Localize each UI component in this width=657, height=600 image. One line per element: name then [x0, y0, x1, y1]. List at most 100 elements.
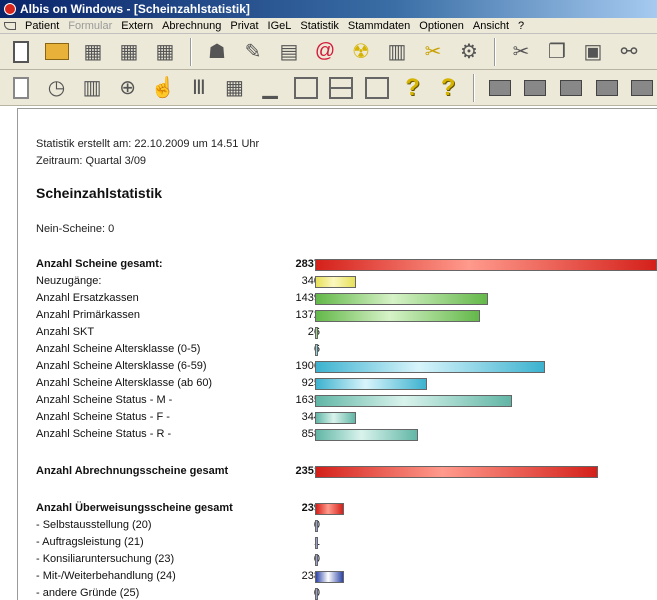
table-row: Anzahl Scheine Status - M -1635	[36, 392, 657, 409]
new-document-icon[interactable]	[6, 37, 36, 67]
value-bar	[315, 466, 598, 478]
copy-icon[interactable]: ❐	[542, 37, 572, 67]
menu-stammdaten[interactable]: Stammdaten	[348, 20, 410, 32]
table-row: Anzahl SKT 26	[36, 324, 657, 341]
row-label: Anzahl Überweisungsscheine gesamt	[36, 502, 233, 514]
row-value: 26	[307, 326, 320, 338]
value-bar	[315, 361, 545, 373]
library-icon[interactable]: ▥	[77, 73, 107, 103]
row-label: Anzahl Scheine Status - F -	[36, 411, 170, 423]
report-heading: Scheinzahlstatistik	[36, 185, 163, 201]
value-bar	[315, 412, 356, 424]
main-toolbar: ▦ ▦ ▦ ☗ ✎ ▤ @ ☢ ▥ ✂ ⚙ ✂ ❐ ▣ ⚯	[0, 34, 657, 70]
table-row: Anzahl Ersatzkassen 1439	[36, 290, 657, 307]
patient-query-icon[interactable]: ▦	[114, 37, 144, 67]
menu-patient[interactable]: Patient	[25, 20, 59, 32]
table-row: - Auftragsleistung (21)1	[36, 534, 657, 551]
window-empty-icon[interactable]	[362, 73, 392, 103]
statistics-report: Statistik erstellt am: 22.10.2009 um 14.…	[17, 108, 657, 600]
row-label: Anzahl Primärkassen	[36, 309, 140, 321]
value-bar	[315, 259, 657, 271]
toolbar-separator	[190, 37, 192, 66]
table-row: Anzahl Abrechnungsscheine gesamt 2351	[36, 463, 657, 480]
row-label: Anzahl Scheine Altersklasse (6-59)	[36, 360, 207, 372]
stethoscope-icon[interactable]: ✎	[238, 37, 268, 67]
table-row: Anzahl Scheine gesamt: 2837	[36, 256, 657, 273]
menu-privat[interactable]: Privat	[230, 20, 258, 32]
calendar-icon[interactable]: ▦	[220, 73, 250, 103]
table-row: Anzahl Scheine Altersklasse (ab 60) 925	[36, 375, 657, 392]
medication-icon[interactable]: ⊕	[113, 73, 143, 103]
row-label: Anzahl Scheine Status - R -	[36, 428, 172, 440]
menu-igel[interactable]: IGeL	[268, 20, 292, 32]
nein-scheine-count: Nein-Scheine: 0	[36, 223, 115, 235]
table-row: Anzahl Scheine Altersklasse (0-5)6	[36, 341, 657, 358]
layout-4-icon[interactable]	[592, 73, 622, 103]
radiation-icon[interactable]: ☢	[346, 37, 376, 67]
window-single-icon[interactable]	[291, 73, 321, 103]
menu-abrechnung[interactable]: Abrechnung	[162, 20, 221, 32]
document-icon[interactable]	[6, 73, 36, 103]
menu-statistik[interactable]: Statistik	[300, 20, 339, 32]
report-period: Zeitraum: Quartal 3/09	[36, 155, 147, 167]
layout-2-icon[interactable]	[521, 73, 551, 103]
menu-extern[interactable]: Extern	[121, 20, 153, 32]
value-bar	[315, 310, 480, 322]
report-created: Statistik erstellt am: 22.10.2009 um 14.…	[36, 138, 260, 150]
toolbar-separator	[472, 73, 475, 102]
value-bar	[315, 520, 318, 532]
row-label: - Selbstausstellung (20)	[36, 519, 152, 531]
row-label: - Konsiliaruntersuchung (23)	[36, 553, 175, 565]
row-label: Anzahl Scheine Altersklasse (0-5)	[36, 343, 201, 355]
secondary-toolbar: ◷ ▥ ⊕ ☝ Ⅲ ▦ ▁ ? ?	[0, 70, 657, 106]
row-label: Anzahl Scheine gesamt:	[36, 258, 163, 270]
row-label: - Auftragsleistung (21)	[36, 536, 144, 548]
thumbs-up-icon[interactable]: ☝	[148, 73, 178, 103]
binoculars-icon[interactable]: ⚯	[614, 37, 644, 67]
row-label: Anzahl SKT	[36, 326, 95, 338]
row-label: - andere Gründe (25)	[36, 587, 140, 599]
app-icon	[4, 3, 16, 15]
cut-icon[interactable]: ✂	[506, 37, 536, 67]
back-arrow-icon[interactable]	[4, 21, 16, 30]
menu-optionen[interactable]: Optionen	[419, 20, 464, 32]
help-icon[interactable]: ?	[398, 73, 428, 103]
layout-1-icon[interactable]	[485, 73, 515, 103]
clock-icon[interactable]: ◷	[42, 73, 72, 103]
network-icon[interactable]: ⚙	[454, 37, 484, 67]
tools-icon[interactable]: ✂	[418, 37, 448, 67]
layout-5-icon[interactable]	[627, 73, 657, 103]
value-bar	[315, 276, 356, 288]
layout-3-icon[interactable]	[556, 73, 586, 103]
value-bar	[315, 429, 418, 441]
row-label: Neuzugänge:	[36, 275, 102, 287]
table-row: - Selbstausstellung (20)0	[36, 517, 657, 534]
value-bar	[315, 503, 344, 515]
columns-icon[interactable]: Ⅲ	[184, 73, 214, 103]
table-row: - Konsiliaruntersuchung (23)0	[36, 551, 657, 568]
table-row: - andere Gründe (25)0	[36, 585, 657, 600]
row-label: - Mit-/Weiterbehandlung (24)	[36, 570, 176, 582]
chart-icon[interactable]: ▁	[255, 73, 285, 103]
value-bar	[315, 588, 318, 600]
row-label: Anzahl Abrechnungsscheine gesamt	[36, 465, 229, 477]
open-folder-icon[interactable]	[42, 37, 72, 67]
patient-search-icon[interactable]: ▦	[78, 37, 108, 67]
patient-query-2-icon[interactable]: ▦	[150, 37, 180, 67]
person-icon[interactable]: ☗	[202, 37, 232, 67]
table-row: Anzahl Scheine Status - R -858	[36, 426, 657, 443]
form-edit-icon[interactable]: ▤	[274, 37, 304, 67]
table-row: Anzahl Überweisungsscheine gesamt 239	[36, 500, 657, 517]
menu-help[interactable]: ?	[518, 20, 524, 32]
book-icon[interactable]: ▥	[382, 37, 412, 67]
window-split-icon[interactable]	[326, 73, 356, 103]
title-bar: Albis on Windows - [Scheinzahlstatistik]	[0, 0, 657, 18]
window-title: Albis on Windows - [Scheinzahlstatistik]	[20, 2, 250, 16]
menu-ansicht[interactable]: Ansicht	[473, 20, 509, 32]
row-label: Anzahl Scheine Altersklasse (ab 60)	[36, 377, 213, 389]
value-bar	[315, 378, 427, 390]
context-help-icon[interactable]: ?	[433, 73, 463, 103]
paste-icon[interactable]: ▣	[578, 37, 608, 67]
email-icon[interactable]: @	[310, 37, 340, 67]
table-row: Neuzugänge: 340	[36, 273, 657, 290]
